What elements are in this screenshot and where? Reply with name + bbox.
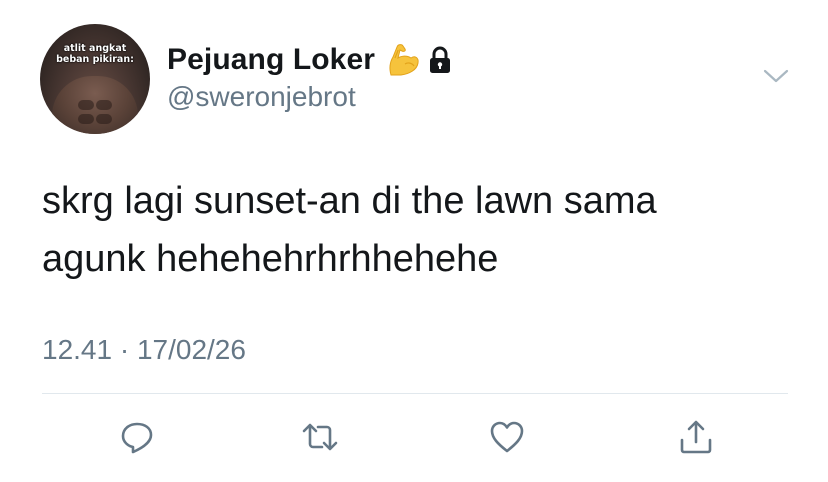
display-name[interactable]: Pejuang Loker (167, 43, 375, 77)
reply-icon[interactable] (118, 418, 156, 456)
lock-icon (427, 45, 453, 75)
avatar-caption-line2: beban pikiran: (56, 54, 134, 65)
share-icon[interactable] (677, 418, 715, 456)
retweet-icon[interactable] (301, 418, 339, 456)
chevron-down-icon[interactable] (762, 66, 790, 86)
avatar-photo-torso (52, 76, 138, 134)
avatar-caption: atlit angkat beban pikiran: (40, 43, 150, 65)
divider (42, 393, 788, 394)
tweet-text-line: skrg lagi sunset-an di the lawn sama (42, 180, 657, 222)
tweet-text: skrg lagi sunset-an di the lawn sama agu… (42, 172, 782, 288)
author-handle[interactable]: @sweronjebrot (167, 81, 356, 113)
like-icon[interactable] (488, 418, 526, 456)
tweet-card: atlit angkat beban pikiran: Pejuang Loke… (0, 0, 828, 482)
tweet-text-line: agunk hehehehrhrhhehehe (42, 238, 499, 280)
author-name-row: Pejuang Loker (167, 40, 453, 80)
avatar-caption-line1: atlit angkat (63, 43, 127, 54)
flexed-biceps-emoji-icon (385, 42, 421, 78)
tweet-timestamp[interactable]: 12.41 · 17/02/26 (42, 334, 246, 366)
avatar[interactable]: atlit angkat beban pikiran: (40, 24, 150, 134)
